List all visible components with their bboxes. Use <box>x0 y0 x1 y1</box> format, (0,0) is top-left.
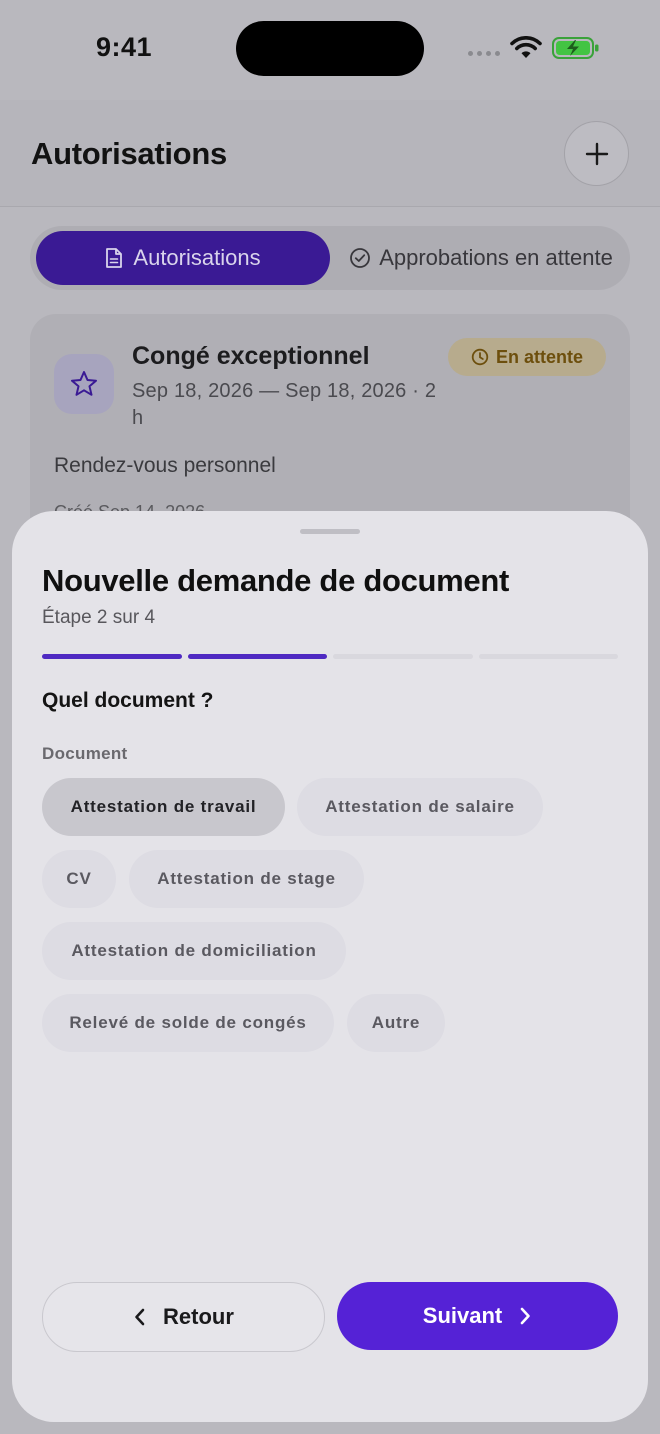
new-document-request-sheet: Nouvelle demande de document Étape 2 sur… <box>12 511 648 1422</box>
card-description: Rendez-vous personnel <box>54 454 276 477</box>
back-button[interactable]: Retour <box>42 1282 325 1352</box>
tab-autorisations[interactable]: Autorisations <box>36 231 330 285</box>
status-bar: 9:41 <box>0 0 660 100</box>
progress-segment <box>42 654 182 659</box>
next-button-label: Suivant <box>422 1303 503 1328</box>
option-cv[interactable]: CV <box>42 850 116 908</box>
option-attestation-de-salaire[interactable]: Attestation de salaire <box>297 778 543 836</box>
back-button-label: Retour <box>163 1304 234 1329</box>
step-progress-bar <box>42 654 618 659</box>
document-icon <box>106 248 123 268</box>
next-button[interactable]: Suivant <box>337 1282 618 1350</box>
status-badge-label: En attente <box>495 346 583 367</box>
battery-charging-icon <box>552 37 599 59</box>
sheet-title: Nouvelle demande de document <box>42 563 510 598</box>
document-field-label: Document <box>42 744 128 763</box>
sheet-grabber[interactable] <box>300 529 360 534</box>
chevron-left-icon <box>135 1308 145 1326</box>
step-indicator: Étape 2 sur 4 <box>42 607 156 628</box>
progress-segment <box>187 654 327 659</box>
check-circle-icon <box>350 248 371 268</box>
add-button[interactable] <box>564 121 629 186</box>
clock-icon <box>471 348 489 366</box>
plus-icon <box>585 142 608 165</box>
page-title: Autorisations <box>31 136 227 171</box>
cellular-signal-icon <box>468 51 500 56</box>
option-autre[interactable]: Autre <box>347 994 445 1052</box>
option-attestation-de-stage[interactable]: Attestation de stage <box>129 850 364 908</box>
progress-segment <box>333 654 473 659</box>
dynamic-island <box>236 21 424 76</box>
status-time: 9:41 <box>96 32 153 62</box>
option-releve-de-solde-de-conges[interactable]: Relevé de solde de congés <box>42 994 334 1052</box>
tab-approbations-en-attente[interactable]: Approbations en attente <box>336 231 626 285</box>
progress-segment <box>478 654 618 659</box>
card-dates: Sep 18, 2026 — Sep 18, 2026 · 2 h <box>132 380 437 429</box>
star-icon <box>71 371 97 396</box>
status-badge: En attente <box>448 338 606 376</box>
chevron-right-icon <box>520 1307 531 1325</box>
tab-autorisations-label: Autorisations <box>133 245 261 270</box>
card-icon-container <box>54 354 114 414</box>
tab-approbations-label: Approbations en attente <box>379 245 613 270</box>
question-heading: Quel document ? <box>42 689 214 712</box>
wifi-icon <box>510 36 542 58</box>
segmented-tabs: Autorisations Approbations en attente <box>30 226 630 290</box>
app-header: Autorisations <box>0 100 660 207</box>
card-title: Congé exceptionnel <box>132 342 370 370</box>
option-attestation-de-travail[interactable]: Attestation de travail <box>42 778 285 836</box>
option-attestation-de-domiciliation[interactable]: Attestation de domiciliation <box>42 922 346 980</box>
